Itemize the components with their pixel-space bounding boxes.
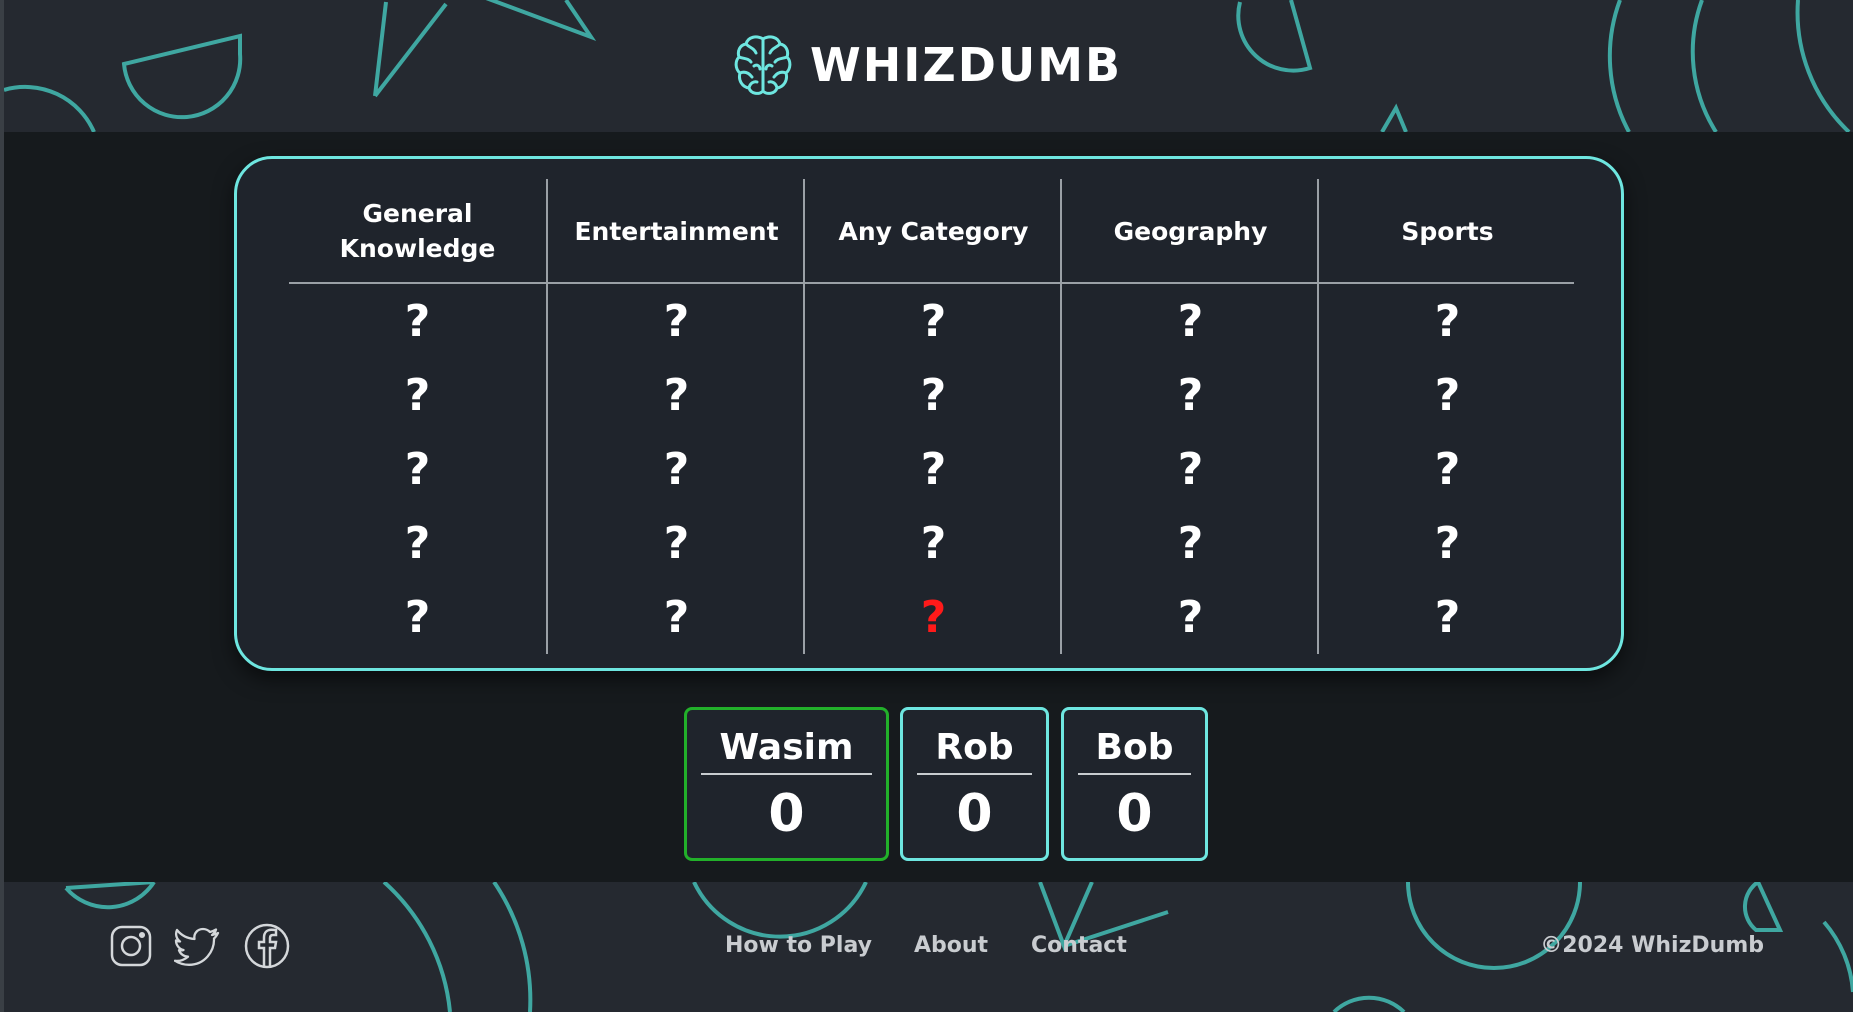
twitter-icon[interactable]: [174, 922, 222, 970]
player-score: 0: [956, 784, 993, 844]
question-tile[interactable]: ?: [289, 284, 546, 358]
player-name: Wasim: [719, 727, 854, 768]
player-score: 0: [1116, 784, 1153, 844]
site-header: WHIZDUMB: [4, 0, 1853, 132]
question-tile[interactable]: ?: [1062, 284, 1319, 358]
left-edge: [0, 0, 4, 1012]
question-tile[interactable]: ?: [548, 580, 805, 654]
question-tile[interactable]: ?: [1062, 358, 1319, 432]
question-tile[interactable]: ?: [1319, 284, 1576, 358]
facebook-icon[interactable]: [243, 922, 291, 970]
question-tile[interactable]: ?: [805, 358, 1062, 432]
contact-link[interactable]: Contact: [1031, 931, 1127, 961]
how-to-play-link[interactable]: How to Play: [725, 931, 872, 961]
player-score: 0: [768, 784, 805, 844]
question-tile[interactable]: ?: [1062, 580, 1319, 654]
question-tile[interactable]: ?: [289, 432, 546, 506]
brand[interactable]: WHIZDUMB: [734, 30, 1122, 100]
question-tile[interactable]: ?: [805, 284, 1062, 358]
player-divider: [1078, 773, 1191, 775]
question-tile[interactable]: ?: [1062, 506, 1319, 580]
question-tile[interactable]: ?: [1062, 432, 1319, 506]
question-tile-selected[interactable]: ?: [805, 580, 1062, 654]
player-card: Rob 0: [900, 707, 1049, 861]
question-tile[interactable]: ?: [548, 358, 805, 432]
question-tile[interactable]: ?: [289, 580, 546, 654]
question-tile[interactable]: ?: [1319, 506, 1576, 580]
question-tile[interactable]: ?: [548, 284, 805, 358]
about-link[interactable]: About: [914, 931, 988, 961]
player-divider: [701, 773, 872, 775]
category-header: Sports: [1401, 216, 1494, 246]
question-tile[interactable]: ?: [1319, 358, 1576, 432]
category-header: Geography: [1113, 216, 1268, 246]
category-column: Geography ? ? ? ? ?: [1060, 179, 1317, 654]
category-column: Any Category ? ? ? ? ?: [803, 179, 1060, 654]
category-column: General Knowledge ? ? ? ? ?: [289, 179, 546, 654]
category-column: Entertainment ? ? ? ? ?: [546, 179, 803, 654]
brain-icon: [734, 35, 792, 95]
player-name: Rob: [935, 727, 1014, 768]
category-header: Any Category: [838, 216, 1029, 246]
question-tile[interactable]: ?: [805, 506, 1062, 580]
question-tile[interactable]: ?: [289, 358, 546, 432]
game-board: General Knowledge ? ? ? ? ? Entertainmen…: [234, 156, 1624, 671]
copyright: ©2024 WhizDumb: [1540, 933, 1764, 958]
question-tile[interactable]: ?: [1319, 580, 1576, 654]
question-tile[interactable]: ?: [1319, 432, 1576, 506]
category-grid: General Knowledge ? ? ? ? ? Entertainmen…: [289, 179, 1574, 654]
player-name: Bob: [1095, 727, 1174, 768]
category-header: Entertainment: [574, 216, 779, 246]
question-tile[interactable]: ?: [548, 506, 805, 580]
player-card: Bob 0: [1061, 707, 1208, 861]
category-column: Sports ? ? ? ? ?: [1317, 179, 1574, 654]
player-divider: [917, 773, 1032, 775]
player-card-current: Wasim 0: [684, 707, 889, 861]
instagram-icon[interactable]: [107, 922, 155, 970]
question-tile[interactable]: ?: [805, 432, 1062, 506]
question-tile[interactable]: ?: [289, 506, 546, 580]
site-title: WHIZDUMB: [810, 38, 1123, 92]
question-tile[interactable]: ?: [548, 432, 805, 506]
category-header: General Knowledge: [339, 199, 496, 263]
